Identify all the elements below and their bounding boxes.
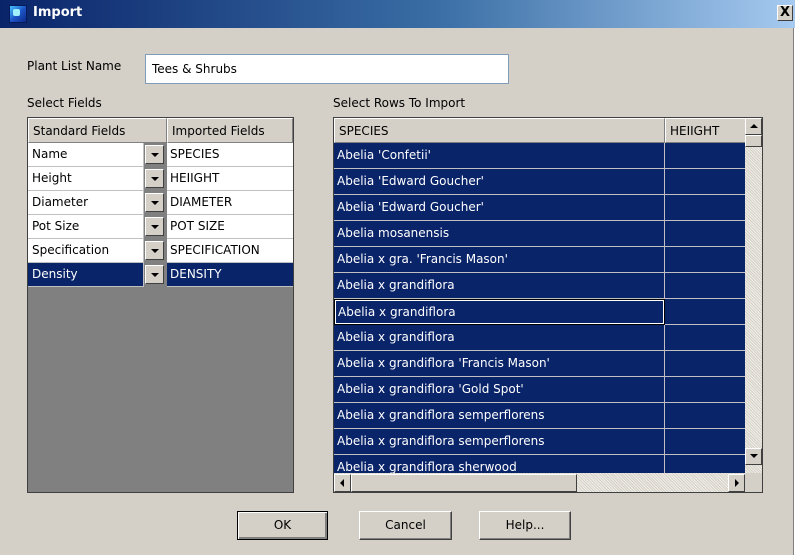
dropdown-arrow-icon[interactable] bbox=[145, 241, 164, 260]
imported-field-cell[interactable]: SPECIFICATION bbox=[167, 239, 293, 263]
plant-list-name-label: Plant List Name bbox=[27, 59, 122, 73]
species-cell[interactable]: Abelia 'Confetii' bbox=[334, 143, 665, 169]
table-row[interactable]: Abelia x grandiflora bbox=[334, 325, 745, 351]
standard-fields-header[interactable]: Standard Fields bbox=[28, 118, 167, 143]
table-row[interactable]: Abelia mosanensis bbox=[334, 221, 745, 247]
field-mapping-row[interactable]: Diameter DIAMETER bbox=[28, 191, 293, 215]
ok-button[interactable]: OK bbox=[237, 511, 328, 540]
table-row[interactable]: Abelia x gra. 'Francis Mason' bbox=[334, 247, 745, 273]
dropdown-arrow-icon[interactable] bbox=[145, 265, 164, 284]
height-cell[interactable] bbox=[665, 273, 745, 299]
table-row[interactable]: Abelia x grandiflora sherwood bbox=[334, 455, 745, 473]
standard-field-cell[interactable]: Name bbox=[28, 143, 144, 167]
height-cell[interactable] bbox=[665, 351, 745, 377]
species-cell[interactable]: Abelia mosanensis bbox=[334, 221, 665, 247]
plant-list-name-input[interactable]: Tees & Shrubs bbox=[145, 54, 509, 84]
height-cell[interactable] bbox=[665, 143, 745, 169]
imported-field-cell[interactable]: DENSITY bbox=[167, 263, 293, 287]
select-rows-label: Select Rows To Import bbox=[333, 96, 466, 110]
height-cell[interactable] bbox=[665, 403, 745, 429]
vertical-scrollbar[interactable] bbox=[745, 118, 762, 473]
field-mapping-header: Standard Fields Imported Fields bbox=[28, 118, 293, 143]
species-cell[interactable]: Abelia x grandiflora bbox=[334, 325, 665, 351]
table-row[interactable]: Abelia 'Confetii' bbox=[334, 143, 745, 169]
scrollbar-corner bbox=[745, 473, 762, 492]
species-cell[interactable]: Abelia x grandiflora bbox=[334, 299, 665, 325]
standard-field-cell[interactable]: Density bbox=[28, 263, 144, 287]
imported-field-cell[interactable]: SPECIES bbox=[167, 143, 293, 167]
table-row[interactable]: Abelia 'Edward Goucher' bbox=[334, 169, 745, 195]
species-column-header[interactable]: SPECIES bbox=[334, 118, 665, 143]
table-row[interactable]: Abelia x grandiflora bbox=[334, 299, 745, 325]
species-cell[interactable]: Abelia x grandiflora 'Gold Spot' bbox=[334, 377, 665, 403]
standard-field-cell[interactable]: Specification bbox=[28, 239, 144, 263]
species-cell[interactable]: Abelia x grandiflora semperflorens bbox=[334, 403, 665, 429]
table-row[interactable]: Abelia x grandiflora semperflorens bbox=[334, 429, 745, 455]
field-mapping-row[interactable]: Height HEIIGHT bbox=[28, 167, 293, 191]
select-fields-label: Select Fields bbox=[27, 96, 102, 110]
species-cell[interactable]: Abelia x grandiflora semperflorens bbox=[334, 429, 665, 455]
standard-field-cell[interactable]: Pot Size bbox=[28, 215, 144, 239]
field-mapping-row[interactable]: Density DENSITY bbox=[28, 263, 293, 287]
imported-field-cell[interactable]: POT SIZE bbox=[167, 215, 293, 239]
close-button[interactable]: X bbox=[777, 5, 793, 21]
import-dialog: Import X Plant List Name Tees & Shrubs S… bbox=[0, 0, 795, 555]
height-cell[interactable] bbox=[665, 455, 745, 473]
height-cell[interactable] bbox=[665, 221, 745, 247]
height-cell[interactable] bbox=[665, 299, 745, 325]
table-row[interactable]: Abelia x grandiflora 'Gold Spot' bbox=[334, 377, 745, 403]
table-row[interactable]: Abelia 'Edward Goucher' bbox=[334, 195, 745, 221]
height-cell[interactable] bbox=[665, 377, 745, 403]
horizontal-scroll-thumb[interactable] bbox=[351, 474, 577, 492]
scroll-down-icon[interactable] bbox=[745, 448, 762, 465]
imported-fields-header[interactable]: Imported Fields bbox=[167, 118, 293, 143]
table-row[interactable]: Abelia x grandiflora 'Francis Mason' bbox=[334, 351, 745, 377]
height-cell[interactable] bbox=[665, 169, 745, 195]
vertical-scroll-thumb[interactable] bbox=[745, 135, 762, 147]
window-title: Import bbox=[33, 5, 83, 20]
app-icon bbox=[9, 5, 27, 23]
height-cell[interactable] bbox=[665, 429, 745, 455]
species-cell[interactable]: Abelia x grandiflora bbox=[334, 273, 665, 299]
field-mapping-row[interactable]: Specification SPECIFICATION bbox=[28, 239, 293, 263]
imported-field-cell[interactable]: HEIIGHT bbox=[167, 167, 293, 191]
imported-field-cell[interactable]: DIAMETER bbox=[167, 191, 293, 215]
rows-import-table: SPECIES HEIIGHT DI Abelia 'Confetii'Abel… bbox=[333, 117, 763, 493]
scroll-up-icon[interactable] bbox=[745, 118, 762, 135]
height-cell[interactable] bbox=[665, 247, 745, 273]
standard-field-cell[interactable]: Diameter bbox=[28, 191, 144, 215]
species-cell[interactable]: Abelia x gra. 'Francis Mason' bbox=[334, 247, 665, 273]
species-cell[interactable]: Abelia x grandiflora sherwood bbox=[334, 455, 665, 473]
field-mapping-row[interactable]: Name SPECIES bbox=[28, 143, 293, 167]
species-cell[interactable]: Abelia 'Edward Goucher' bbox=[334, 169, 665, 195]
dropdown-arrow-icon[interactable] bbox=[145, 193, 164, 212]
species-cell[interactable]: Abelia x grandiflora 'Francis Mason' bbox=[334, 351, 665, 377]
height-column-header[interactable]: HEIIGHT bbox=[665, 118, 745, 143]
table-row[interactable]: Abelia x grandiflora semperflorens bbox=[334, 403, 745, 429]
species-cell[interactable]: Abelia 'Edward Goucher' bbox=[334, 195, 665, 221]
table-row[interactable]: Abelia x grandiflora bbox=[334, 273, 745, 299]
scroll-left-icon[interactable] bbox=[334, 474, 351, 492]
field-mapping-row[interactable]: Pot Size POT SIZE bbox=[28, 215, 293, 239]
horizontal-scrollbar[interactable] bbox=[334, 473, 745, 492]
help-button[interactable]: Help... bbox=[479, 511, 571, 540]
standard-field-cell[interactable]: Height bbox=[28, 167, 144, 191]
field-mapping-table: Standard Fields Imported Fields Name SPEC… bbox=[27, 117, 294, 493]
title-bar[interactable]: Import X bbox=[0, 0, 795, 28]
height-cell[interactable] bbox=[665, 325, 745, 351]
cancel-button[interactable]: Cancel bbox=[359, 511, 452, 540]
rows-table-viewport: SPECIES HEIIGHT DI Abelia 'Confetii'Abel… bbox=[334, 118, 745, 473]
dropdown-arrow-icon[interactable] bbox=[145, 217, 164, 236]
height-cell[interactable] bbox=[665, 195, 745, 221]
scroll-right-icon[interactable] bbox=[728, 474, 745, 492]
dropdown-arrow-icon[interactable] bbox=[145, 169, 164, 188]
dropdown-arrow-icon[interactable] bbox=[145, 145, 164, 164]
